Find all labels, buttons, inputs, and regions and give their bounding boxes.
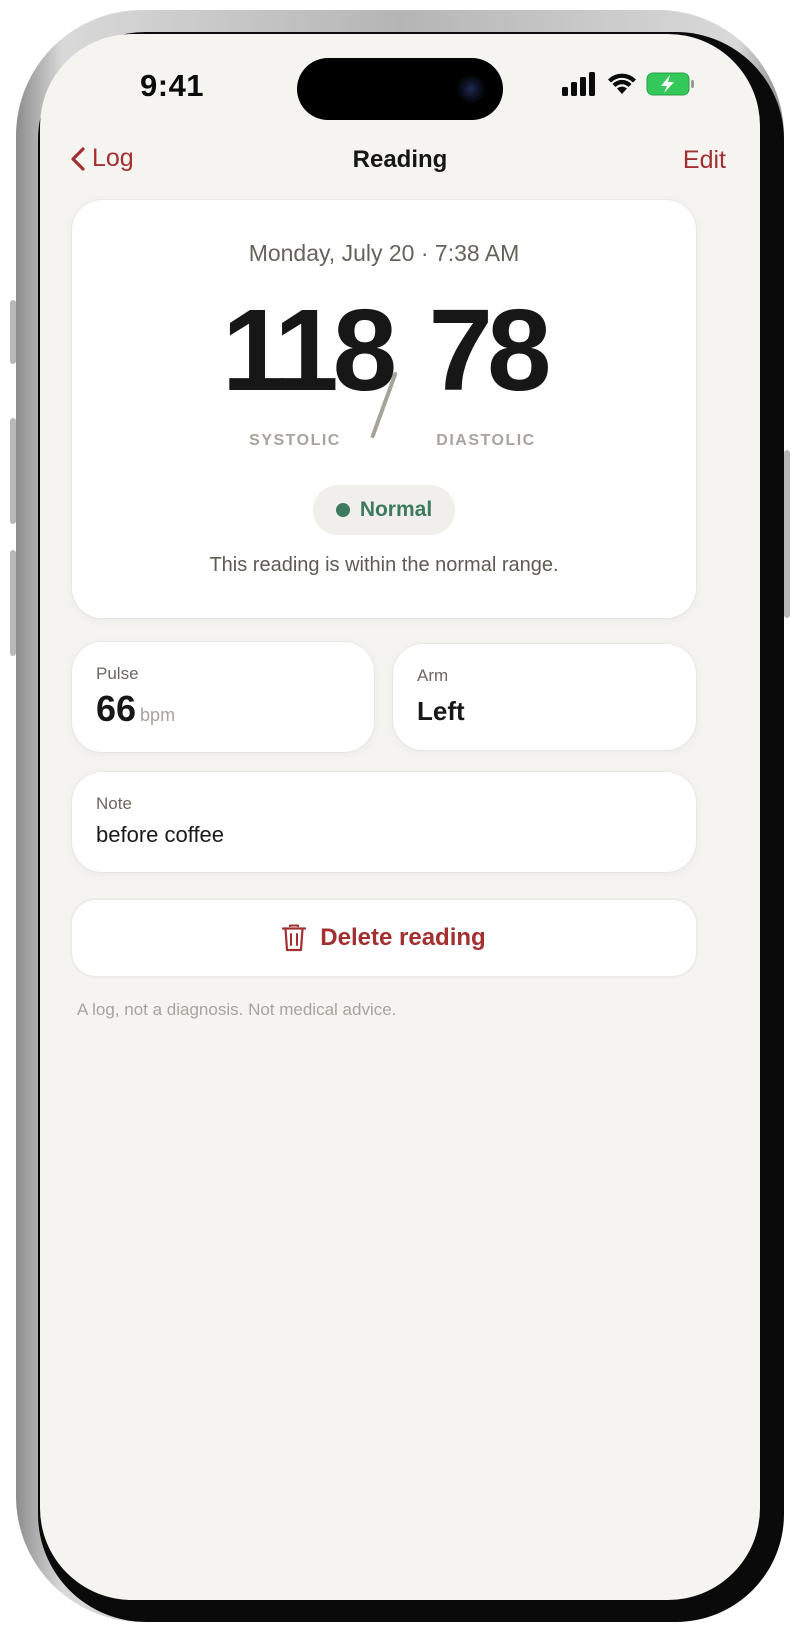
diastolic-label: DIASTOLIC: [436, 432, 536, 449]
action-button: [10, 300, 16, 364]
reading-datetime: Monday, July 20 · 7:38 AM: [248, 240, 520, 266]
disclaimer-text: A log, not a diagnosis. Not medical advi…: [77, 1000, 397, 1019]
reading-card: Monday, July 20 · 7:38 AM 118 78 SYSTOLI…: [72, 200, 696, 618]
arm-value: Left: [417, 696, 465, 726]
note-label: Note: [96, 794, 132, 813]
dynamic-island: [297, 58, 503, 120]
trash-icon: [282, 924, 307, 952]
systolic-label: SYSTOLIC: [249, 432, 341, 449]
delete-reading-button[interactable]: Delete reading: [72, 900, 696, 976]
page-title: Reading: [352, 146, 448, 173]
pulse-label: Pulse: [96, 664, 139, 683]
navigation-bar: Log Reading Edit: [40, 144, 760, 194]
power-button: [784, 450, 790, 618]
status-dot-icon: [335, 503, 350, 517]
status-badge-label: Normal: [359, 498, 433, 521]
systolic-value: 118: [222, 285, 397, 415]
status-badge: Normal: [313, 485, 455, 535]
pulse-value-row: 66 bpm: [96, 688, 175, 730]
volume-down-button: [10, 550, 16, 656]
battery-charging-icon: [646, 72, 694, 96]
front-camera-icon: [457, 75, 485, 103]
wifi-icon: [608, 73, 636, 94]
cellular-signal-icon: [562, 72, 595, 96]
screen: 9:41 Log Reading Edit Monday, July 20 · …: [40, 34, 760, 1600]
arm-card: Arm Left: [393, 644, 696, 750]
status-time: 9:41: [140, 68, 205, 103]
diastolic-value: 78: [428, 285, 551, 415]
delete-reading-label: Delete reading: [320, 924, 486, 951]
note-card: Note before coffee: [72, 772, 696, 872]
edit-button[interactable]: Edit: [683, 146, 726, 175]
pulse-unit: bpm: [140, 705, 176, 725]
volume-up-button: [10, 418, 16, 524]
note-value: before coffee: [96, 822, 225, 847]
status-description: This reading is within the normal range.: [209, 554, 559, 576]
pulse-card: Pulse 66 bpm: [72, 642, 374, 752]
pulse-value: 66: [96, 688, 137, 729]
status-icons: [562, 72, 696, 96]
arm-label: Arm: [417, 666, 449, 685]
